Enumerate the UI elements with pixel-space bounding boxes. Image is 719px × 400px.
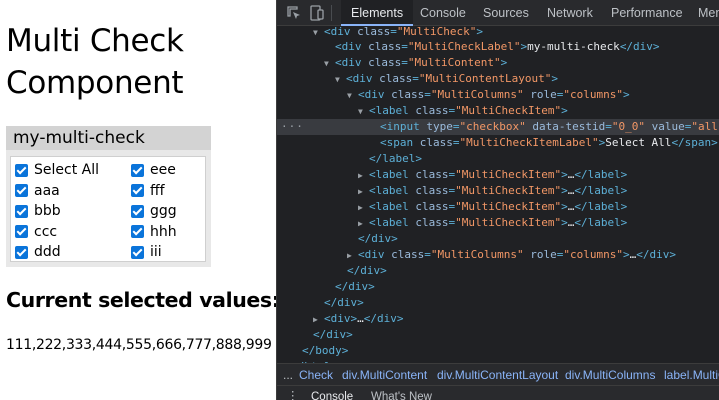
checkbox-checked[interactable] bbox=[131, 245, 144, 259]
drawer-tab-whats-new[interactable]: What's New bbox=[371, 391, 432, 400]
checkbox-checked[interactable] bbox=[131, 184, 144, 198]
checkbox-item-ddd[interactable]: ddd bbox=[15, 242, 105, 263]
multi-check-column-2: eee fff ggg hhh iii bbox=[131, 160, 221, 263]
checkbox-label: ccc bbox=[34, 223, 58, 240]
checkbox-item-eee[interactable]: eee bbox=[131, 160, 221, 181]
checkbox-label: iii bbox=[150, 244, 162, 261]
dom-node[interactable]: </div> bbox=[277, 279, 719, 295]
checkbox-item-fff[interactable]: fff bbox=[131, 181, 221, 202]
breadcrumb-item[interactable]: Check bbox=[299, 364, 333, 385]
checkbox-checked[interactable] bbox=[15, 163, 28, 177]
checkbox-checked[interactable] bbox=[15, 184, 28, 198]
tab-sources[interactable]: Sources bbox=[483, 0, 529, 26]
dom-node[interactable]: </div> bbox=[277, 231, 719, 247]
checkbox-checked[interactable] bbox=[15, 245, 28, 259]
device-toolbar-icon[interactable] bbox=[308, 4, 326, 22]
dom-node[interactable]: ▶ <label class="MultiCheckItem">…</label> bbox=[277, 167, 719, 183]
breadcrumb-overflow[interactable]: ... bbox=[283, 364, 293, 385]
multi-check-label: my-multi-check bbox=[6, 126, 211, 150]
drawer-tab-console[interactable]: Console bbox=[311, 391, 353, 400]
multi-check-column-1: Select All aaa bbb ccc ddd bbox=[15, 160, 105, 263]
page-title: Multi Check Component bbox=[6, 23, 184, 101]
checkbox-checked[interactable] bbox=[15, 204, 28, 218]
checkbox-item-select-all[interactable]: Select All bbox=[15, 160, 105, 181]
multi-check: my-multi-check Select All aaa bbb ccc dd… bbox=[6, 126, 211, 267]
dom-node[interactable]: ▶ <label class="MultiCheckItem">…</label> bbox=[277, 215, 719, 231]
multi-check-content: Select All aaa bbb ccc ddd eee fff ggg h… bbox=[10, 156, 206, 262]
checkbox-item-bbb[interactable]: bbb bbox=[15, 201, 105, 222]
breadcrumb: ... Check div.MultiContent div.MultiCont… bbox=[277, 363, 719, 385]
checkbox-label: fff bbox=[150, 182, 165, 199]
checkbox-checked[interactable] bbox=[131, 204, 144, 218]
dom-node[interactable]: </label> bbox=[277, 151, 719, 167]
dom-tree[interactable]: ▼ <div class="MultiCheck"> <div class="Mu… bbox=[277, 27, 719, 363]
checkbox-label: ggg bbox=[150, 203, 177, 220]
checkbox-item-ggg[interactable]: ggg bbox=[131, 201, 221, 222]
checkbox-label: aaa bbox=[34, 182, 60, 199]
checkbox-label: eee bbox=[150, 162, 176, 179]
breadcrumb-item[interactable]: div.MultiColumns bbox=[565, 364, 655, 385]
checkbox-item-iii[interactable]: iii bbox=[131, 242, 221, 263]
checkbox-checked[interactable] bbox=[131, 163, 144, 177]
breadcrumb-item[interactable]: div.MultiContent bbox=[342, 364, 427, 385]
checkbox-label: hhh bbox=[150, 223, 177, 240]
dom-node[interactable]: </body> bbox=[277, 343, 719, 359]
checkbox-item-hhh[interactable]: hhh bbox=[131, 222, 221, 243]
devtools-tabbar: Elements Console Sources Network Perform… bbox=[277, 0, 719, 26]
checkbox-checked[interactable] bbox=[15, 225, 28, 239]
selected-values-text: 111,222,333,444,555,666,777,888,999 bbox=[6, 337, 272, 353]
inspect-element-icon[interactable] bbox=[285, 4, 303, 22]
tab-network[interactable]: Network bbox=[547, 0, 593, 26]
dom-node[interactable]: </div> bbox=[277, 295, 719, 311]
dom-node[interactable]: </div> bbox=[277, 263, 719, 279]
dom-node[interactable]: ▼ <div class="MultiContentLayout"> bbox=[277, 71, 719, 87]
dom-node[interactable]: <div class="MultiCheckLabel">my-multi-ch… bbox=[277, 39, 719, 55]
tab-memory[interactable]: Memory bbox=[698, 0, 719, 26]
checkbox-label: Select All bbox=[34, 162, 99, 179]
selected-values-heading: Current selected values: bbox=[6, 288, 276, 312]
dom-node[interactable]: ▶ <div>…</div> bbox=[277, 311, 719, 327]
dom-node[interactable]: ▶ <div class="MultiColumns" role="columns… bbox=[277, 247, 719, 263]
checkbox-label: bbb bbox=[34, 203, 61, 220]
breadcrumb-item[interactable]: label.MultiC bbox=[664, 364, 719, 385]
dom-node-selected[interactable]: ··· <input type="checkbox" data-testid="0… bbox=[277, 119, 719, 135]
toolbar-divider bbox=[331, 5, 332, 21]
dom-node[interactable]: ▶ <label class="MultiCheckItem">…</label> bbox=[277, 199, 719, 215]
dom-node[interactable]: </div> bbox=[277, 327, 719, 343]
checkbox-item-aaa[interactable]: aaa bbox=[15, 181, 105, 202]
tab-console[interactable]: Console bbox=[420, 0, 466, 26]
breadcrumb-item[interactable]: div.MultiContentLayout bbox=[437, 364, 558, 385]
devtools-drawer: ⋮ Console What's New bbox=[277, 385, 719, 400]
checkbox-checked[interactable] bbox=[131, 225, 144, 239]
devtools-panel: Elements Console Sources Network Perform… bbox=[276, 0, 719, 400]
tab-performance[interactable]: Performance bbox=[611, 0, 683, 26]
dom-node[interactable]: <span class="MultiCheckItemLabel">Select… bbox=[277, 135, 719, 151]
checkbox-label: ddd bbox=[34, 244, 61, 261]
page-viewport: Multi Check Component my-multi-check Sel… bbox=[0, 0, 276, 400]
checkbox-item-ccc[interactable]: ccc bbox=[15, 222, 105, 243]
drawer-menu-icon[interactable]: ⋮ bbox=[287, 388, 299, 400]
dom-node[interactable]: ▼ <div class="MultiContent"> bbox=[277, 55, 719, 71]
tab-elements[interactable]: Elements bbox=[341, 0, 414, 26]
dom-node[interactable]: ▼ <div class="MultiColumns" role="columns… bbox=[277, 87, 719, 103]
dom-node[interactable]: ▶ <label class="MultiCheckItem">…</label> bbox=[277, 183, 719, 199]
dom-node[interactable]: ▼ <label class="MultiCheckItem"> bbox=[277, 103, 719, 119]
